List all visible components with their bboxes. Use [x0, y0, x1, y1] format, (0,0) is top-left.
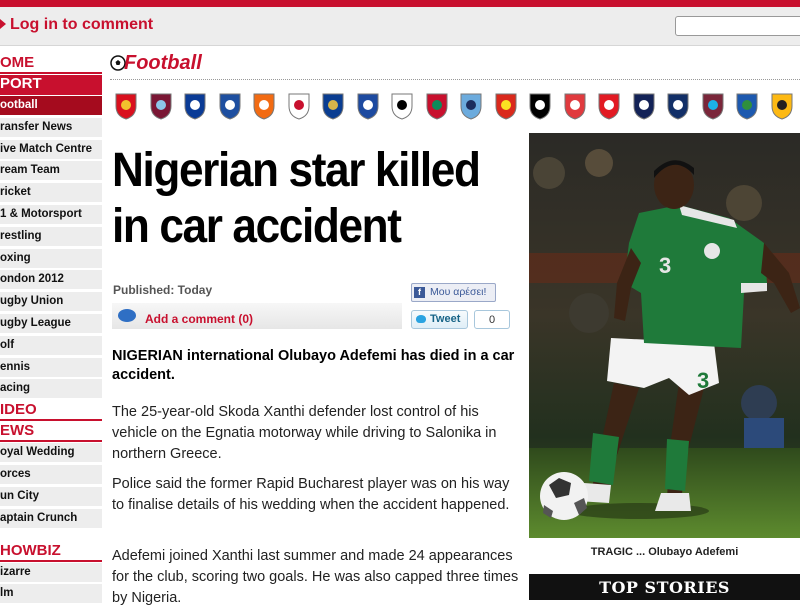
nav-item-london-2012[interactable]: ondon 2012: [0, 270, 102, 290]
bolton-badge-icon[interactable]: [287, 92, 311, 120]
nav-item-bizarre[interactable]: izarre: [0, 562, 102, 582]
nav-item-forces[interactable]: orces: [0, 464, 102, 484]
add-comment-link[interactable]: Add a comment (0): [145, 312, 253, 326]
nav-item-tennis[interactable]: ennis: [0, 357, 102, 377]
search-input[interactable]: [675, 16, 800, 36]
club-badges-bar: [114, 92, 800, 122]
everton-badge-icon[interactable]: [356, 92, 380, 120]
nav-section-home[interactable]: OME: [0, 54, 102, 74]
shorts-number: 3: [697, 368, 709, 393]
article-headline: Nigerian star killed in car accident: [112, 144, 481, 253]
nav-item-f1-motorsport[interactable]: 1 & Motorsport: [0, 204, 102, 224]
tweet-label: Tweet: [430, 313, 461, 325]
section-title: Football: [124, 52, 202, 74]
jersey-number: 3: [659, 253, 671, 278]
article-photo[interactable]: 3 3: [529, 133, 800, 538]
nav-item-rugby-league[interactable]: ugby League: [0, 313, 102, 333]
nav-section-showbiz[interactable]: HOWBIZ: [0, 542, 102, 562]
nav-item-cricket[interactable]: ricket: [0, 183, 102, 203]
liverpool-badge-icon[interactable]: [425, 92, 449, 120]
nav-item-film[interactable]: lm: [0, 584, 102, 604]
nav-item-sun-city[interactable]: un City: [0, 486, 102, 506]
top-brand-strip: [0, 0, 800, 7]
wolves-badge-icon[interactable]: [770, 92, 794, 120]
nav-item-transfer-news[interactable]: ransfer News: [0, 117, 102, 137]
fulham-badge-icon[interactable]: [390, 92, 414, 120]
chelsea-badge-icon[interactable]: [321, 92, 345, 120]
nav-item-football[interactable]: ootball: [0, 96, 102, 115]
arsenal-badge-icon[interactable]: [114, 92, 138, 120]
nav-item-racing[interactable]: acing: [0, 379, 102, 399]
blackburn-badge-icon[interactable]: [218, 92, 242, 120]
photo-caption: TRAGIC ... Olubayo Adefemi: [590, 546, 739, 558]
sunderland-badge-icon[interactable]: [597, 92, 621, 120]
article-lede: NIGERIAN international Olubayo Adefemi h…: [112, 348, 515, 383]
facebook-like-label: Μου αρέσει!: [430, 286, 487, 298]
nav-item-captain-crunch[interactable]: aptain Crunch: [0, 508, 102, 528]
article-paragraph: The 25-year-old Skoda Xanthi defender lo…: [112, 404, 497, 462]
nav-item-live-match-centre[interactable]: ive Match Centre: [0, 139, 102, 159]
man-utd-badge-icon[interactable]: [494, 92, 518, 120]
twitter-bird-icon: [416, 315, 426, 323]
stoke-badge-icon[interactable]: [563, 92, 587, 120]
facebook-icon: f: [414, 287, 425, 298]
nav-section-sport[interactable]: PORT: [0, 75, 102, 95]
man-city-badge-icon[interactable]: [459, 92, 483, 120]
newcastle-badge-icon[interactable]: [528, 92, 552, 120]
tottenham-badge-icon[interactable]: [632, 92, 656, 120]
west-brom-badge-icon[interactable]: [666, 92, 690, 120]
login-link[interactable]: Log in to comment: [10, 16, 153, 34]
wigan-badge-icon[interactable]: [735, 92, 759, 120]
top-stories-label: TOP STORIES: [599, 578, 730, 597]
west-ham-badge-icon[interactable]: [701, 92, 725, 120]
footballer-photo-image: 3 3: [529, 133, 800, 538]
aston-villa-badge-icon[interactable]: [149, 92, 173, 120]
nav-item-golf[interactable]: olf: [0, 335, 102, 355]
nav-item-wrestling[interactable]: restling: [0, 226, 102, 246]
section-divider: [110, 79, 800, 80]
published-date: Published: Today: [113, 283, 213, 297]
birmingham-badge-icon[interactable]: [183, 92, 207, 120]
nav-item-royal-wedding[interactable]: oyal Wedding: [0, 443, 102, 463]
tweet-count: 0: [474, 310, 510, 329]
speech-bubble-icon: [118, 309, 136, 322]
arrow-right-icon: [0, 19, 6, 29]
nav-item-dream-team[interactable]: ream Team: [0, 161, 102, 181]
nav-section-video[interactable]: IDEO: [0, 401, 102, 422]
nav-item-rugby-union[interactable]: ugby Union: [0, 292, 102, 312]
left-navigation: OME PORT ootball ransfer News ive Match …: [0, 54, 102, 606]
blackpool-badge-icon[interactable]: [252, 92, 276, 120]
nav-section-news[interactable]: EWS: [0, 422, 102, 443]
nav-item-boxing[interactable]: oxing: [0, 248, 102, 268]
article-paragraph: Police said the former Rapid Bucharest p…: [112, 476, 510, 513]
